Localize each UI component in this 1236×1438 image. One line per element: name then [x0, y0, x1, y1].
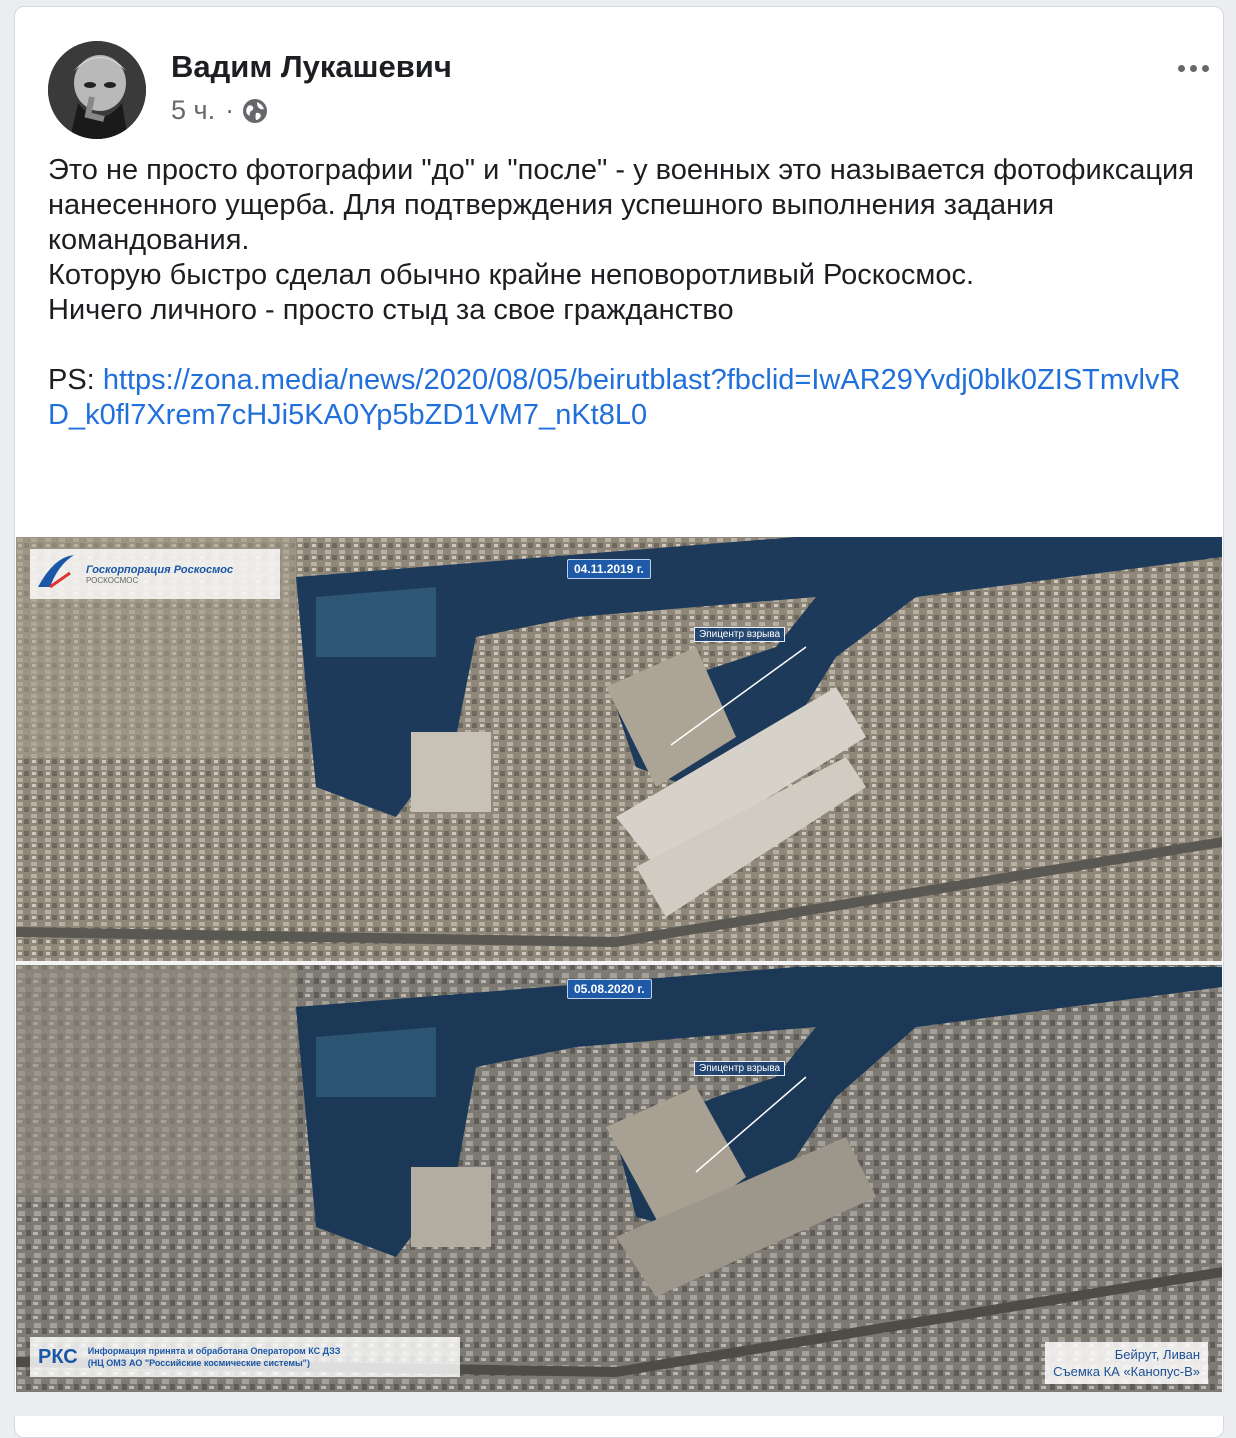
operator-line-2: (НЦ ОМЗ АО "Российские космические систе…: [87, 1358, 310, 1368]
operator-line-1: Информация принята и обработана Оператор…: [87, 1346, 341, 1356]
feed-background: [0, 1392, 1236, 1416]
post-time[interactable]: 5 ч.: [171, 95, 215, 126]
author-name[interactable]: Вадим Лукашевич: [171, 49, 452, 85]
post-paragraph: Которую быстро сделал обычно крайне непо…: [48, 259, 975, 291]
rks-logo: РКС: [38, 1345, 78, 1368]
post-card: Вадим Лукашевич 5 ч. · Это не просто фот…: [14, 6, 1224, 1438]
epicenter-label-before: Эпицентр взрыва: [694, 627, 786, 642]
more-options-button[interactable]: [1171, 53, 1215, 83]
location-caption: Бейрут, Ливан: [1114, 1347, 1200, 1362]
caption-box: Бейрут, Ливан Съемка КА «Канопус-В»: [1045, 1342, 1208, 1384]
post-link[interactable]: https://zona.media/news/2020/08/05/beiru…: [48, 364, 1180, 431]
panel-separator: [16, 961, 1222, 965]
ps-line: PS: https://zona.media/news/2020/08/05/b…: [48, 363, 1198, 433]
epicenter-label-after: Эпицентр взрыва: [694, 1061, 786, 1076]
logo-name: Госкорпорация Роскосмос: [86, 563, 234, 576]
post-text: Это не просто фотографии "до" и "после" …: [48, 153, 1198, 433]
ps-label: PS:: [48, 364, 95, 396]
roscosmos-emblem-icon: [38, 555, 74, 589]
post-paragraph: Это не просто фотографии "до" и "после" …: [48, 154, 1194, 256]
post-meta: 5 ч. ·: [171, 95, 268, 126]
meta-separator: ·: [225, 95, 235, 125]
satellite-image[interactable]: Госкорпорация Роскосмос РОСКОСМОС 04.11.…: [16, 537, 1222, 1392]
post-paragraph: Ничего личного - просто стыд за свое гра…: [48, 294, 734, 326]
roscosmos-logo: Госкорпорация Роскосмос РОСКОСМОС: [30, 549, 280, 599]
author-avatar[interactable]: [48, 41, 146, 139]
logo-subtitle: РОСКОСМОС: [86, 575, 139, 585]
date-after: 05.08.2020 г.: [567, 979, 652, 999]
more-horizontal-icon: [1177, 64, 1185, 72]
date-before: 04.11.2019 г.: [567, 559, 651, 579]
operator-box: РКС Информация принята и обработана Опер…: [30, 1337, 460, 1377]
globe-icon[interactable]: [242, 98, 268, 124]
satellite-caption: Съемка КА «Канопус-В»: [1053, 1364, 1200, 1379]
